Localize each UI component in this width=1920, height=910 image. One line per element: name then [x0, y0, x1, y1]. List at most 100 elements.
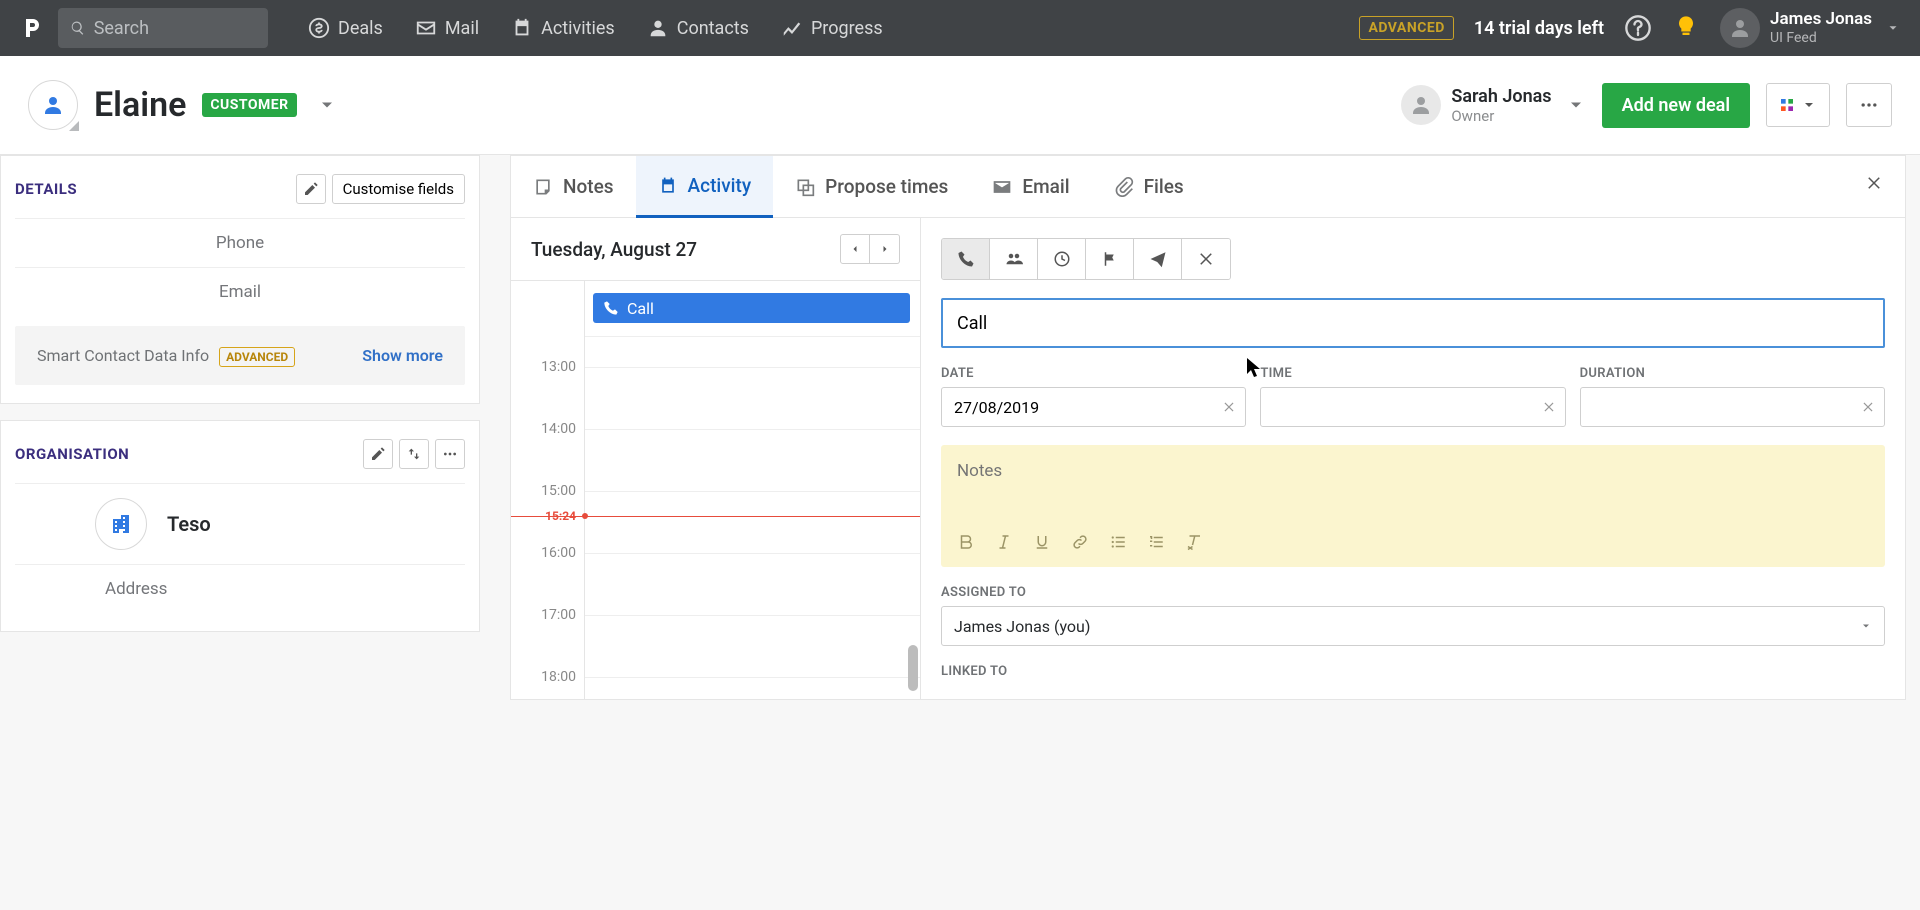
contact-dropdown-icon[interactable] [317, 95, 337, 115]
tab-notes[interactable]: Notes [511, 156, 636, 217]
food-icon [1197, 250, 1215, 268]
now-line [511, 516, 920, 517]
user-name: James Jonas [1770, 9, 1872, 29]
tab-propose-label: Propose times [825, 175, 948, 198]
person-icon [647, 17, 669, 39]
nav-deals[interactable]: Deals [294, 9, 397, 47]
type-task-button[interactable] [1038, 239, 1086, 279]
bold-button[interactable] [949, 527, 983, 557]
time-15: 15:00 [541, 483, 576, 499]
people-icon [1005, 250, 1023, 268]
mail-icon [415, 17, 437, 39]
reorder-org-button[interactable] [399, 439, 429, 469]
clear-date-icon[interactable] [1222, 400, 1236, 414]
assigned-value: James Jonas (you) [954, 617, 1090, 636]
tab-activity[interactable]: Activity [636, 156, 774, 218]
notes-textarea[interactable] [941, 445, 1885, 517]
nav-activities[interactable]: Activities [497, 9, 629, 47]
apps-button[interactable] [1766, 83, 1830, 127]
clear-time-icon[interactable] [1542, 400, 1556, 414]
select-caret-icon [1860, 620, 1872, 632]
chart-icon [781, 17, 803, 39]
time-16: 16:00 [541, 545, 576, 561]
clear-format-button[interactable] [1177, 527, 1211, 557]
calendar-grid[interactable]: 13:00 14:00 15:00 16:00 17:00 18:00 15:2… [511, 280, 920, 699]
type-lunch-button[interactable] [1182, 239, 1230, 279]
pencil-icon [303, 181, 319, 197]
edit-details-button[interactable] [296, 174, 326, 204]
type-call-button[interactable] [942, 239, 990, 279]
type-email-button[interactable] [1134, 239, 1182, 279]
activity-subject-input[interactable] [941, 298, 1885, 348]
tab-files[interactable]: Files [1092, 156, 1206, 217]
details-title: DETAILS [15, 180, 77, 198]
owner-dropdown-icon [1566, 95, 1586, 115]
owner-meta: Sarah Jonas Owner [1451, 86, 1551, 125]
clear-duration-icon[interactable] [1861, 400, 1875, 414]
help-icon[interactable] [1624, 14, 1652, 42]
user-menu[interactable]: James Jonas UI Feed [1720, 8, 1900, 48]
dollar-circle-icon [308, 17, 330, 39]
assigned-select[interactable]: James Jonas (you) [941, 606, 1885, 646]
scrollbar-thumb[interactable] [908, 645, 918, 691]
link-button[interactable] [1063, 527, 1097, 557]
bold-icon [957, 533, 975, 551]
close-panel-button[interactable] [1843, 156, 1905, 217]
tab-propose[interactable]: Propose times [773, 156, 970, 217]
time-input[interactable] [1260, 387, 1565, 427]
user-meta: James Jonas UI Feed [1770, 9, 1872, 46]
nav-items: Deals Mail Activities Contacts Progress [294, 9, 897, 47]
phone-field[interactable]: Phone [15, 218, 465, 267]
details-card: DETAILS Customise fields Phone Email Sma… [0, 155, 480, 404]
number-list-button[interactable] [1139, 527, 1173, 557]
logo-icon [20, 16, 44, 40]
sort-icon [406, 446, 422, 462]
nav-progress-label: Progress [811, 18, 883, 39]
activity-form: DATE TIME DURATION [921, 218, 1905, 699]
clock-icon [1053, 250, 1071, 268]
nav-progress[interactable]: Progress [767, 9, 897, 47]
nav-activities-label: Activities [541, 18, 615, 39]
search-input[interactable] [94, 18, 256, 39]
org-more-button[interactable] [435, 439, 465, 469]
smart-contact-label: Smart Contact Data Info [37, 346, 209, 365]
search-icon [70, 19, 86, 37]
date-input[interactable] [941, 387, 1246, 427]
time-17: 17:00 [541, 607, 576, 623]
add-deal-button[interactable]: Add new deal [1602, 83, 1750, 128]
email-field[interactable]: Email [15, 267, 465, 316]
next-day-button[interactable] [870, 234, 900, 264]
edit-org-button[interactable] [363, 439, 393, 469]
user-sub: UI Feed [1770, 30, 1872, 47]
address-field[interactable]: Address [15, 564, 465, 613]
calendar-column: Tuesday, August 27 13:00 14:00 15:00 16:… [511, 218, 921, 699]
nav-contacts[interactable]: Contacts [633, 9, 763, 47]
chevron-left-icon [849, 243, 861, 255]
type-meeting-button[interactable] [990, 239, 1038, 279]
search-box[interactable] [58, 8, 268, 48]
more-button[interactable] [1846, 83, 1892, 127]
close-icon [1865, 174, 1883, 192]
bullet-list-button[interactable] [1101, 527, 1135, 557]
show-more-link[interactable]: Show more [362, 346, 443, 365]
notes-toolbar [941, 521, 1885, 567]
bulb-icon[interactable] [1672, 14, 1700, 42]
organisation-title: ORGANISATION [15, 445, 129, 463]
notes-box [941, 445, 1885, 567]
duration-input[interactable] [1580, 387, 1885, 427]
owner-role: Owner [1451, 107, 1551, 125]
owner-block[interactable]: Sarah Jonas Owner [1401, 85, 1585, 125]
type-deadline-button[interactable] [1086, 239, 1134, 279]
nav-mail[interactable]: Mail [401, 9, 493, 47]
clear-format-icon [1185, 533, 1203, 551]
time-13: 13:00 [541, 359, 576, 375]
underline-button[interactable] [1025, 527, 1059, 557]
tab-email[interactable]: Email [970, 156, 1091, 217]
customise-fields-button[interactable]: Customise fields [332, 174, 465, 204]
contact-avatar[interactable] [28, 80, 78, 130]
time-gutter: 13:00 14:00 15:00 16:00 17:00 18:00 15:2… [511, 281, 585, 699]
org-row[interactable]: Teso [15, 483, 465, 564]
italic-button[interactable] [987, 527, 1021, 557]
prev-day-button[interactable] [840, 234, 870, 264]
calendar-event-call[interactable]: Call [593, 293, 910, 323]
